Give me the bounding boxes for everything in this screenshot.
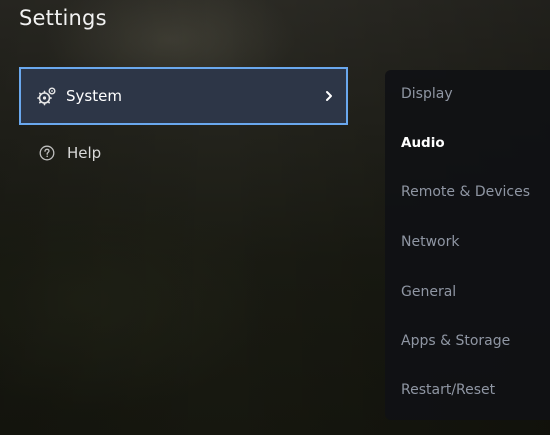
submenu-item-display[interactable]: Display xyxy=(401,86,453,102)
chevron-right-icon xyxy=(324,90,334,102)
menu-item-system[interactable]: System xyxy=(19,67,348,125)
settings-menu: System Help xyxy=(19,67,349,179)
submenu-item-restart-reset[interactable]: Restart/Reset xyxy=(401,382,495,398)
submenu-item-apps-storage[interactable]: Apps & Storage xyxy=(401,333,510,349)
submenu-item-general[interactable]: General xyxy=(401,284,456,300)
gear-icon xyxy=(37,86,57,106)
menu-item-label: System xyxy=(66,87,122,105)
system-submenu: Display Audio Remote & Devices Network G… xyxy=(385,70,550,420)
menu-item-help[interactable]: Help xyxy=(19,127,348,179)
menu-item-label: Help xyxy=(67,144,102,162)
submenu-item-audio[interactable]: Audio xyxy=(401,135,445,151)
submenu-item-network[interactable]: Network xyxy=(401,234,459,250)
page-title: Settings xyxy=(19,6,107,30)
help-circle-icon xyxy=(37,143,57,163)
submenu-item-remote-devices[interactable]: Remote & Devices xyxy=(401,184,530,200)
